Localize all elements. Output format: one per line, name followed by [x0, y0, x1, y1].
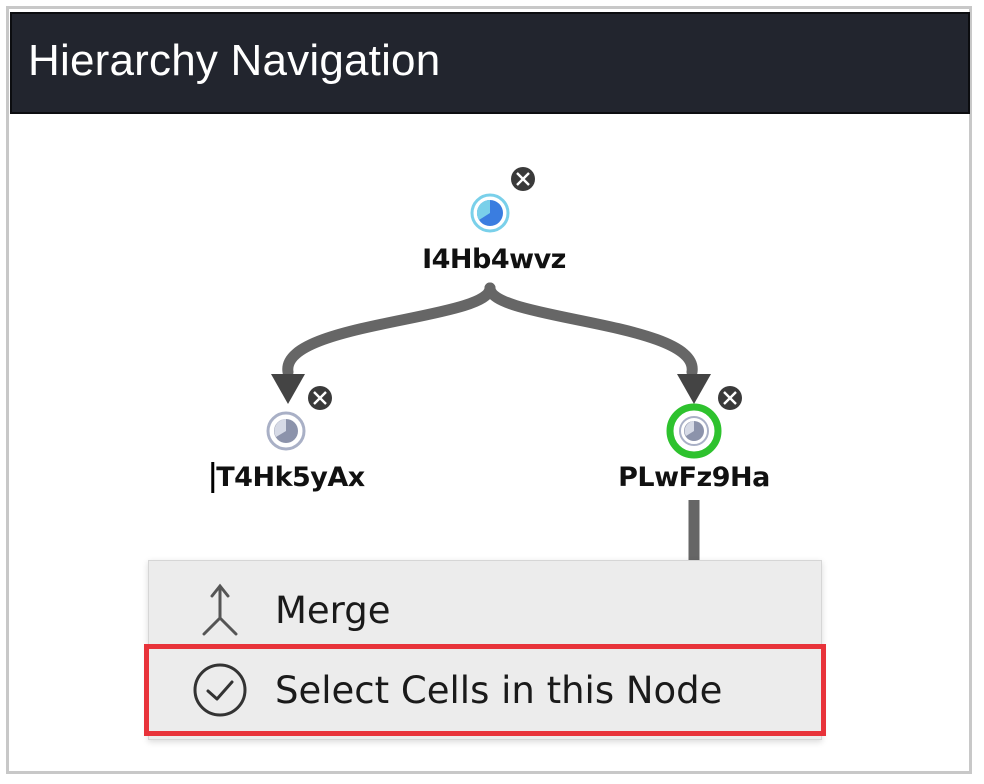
menu-item-merge[interactable]: Merge	[149, 569, 821, 651]
menu-item-merge-label: Merge	[275, 588, 391, 632]
remove-node-left-button[interactable]	[308, 386, 332, 410]
arrowhead-right	[677, 374, 711, 404]
edge-root-to-right	[484, 282, 698, 378]
node-root[interactable]	[470, 193, 510, 233]
node-right[interactable]	[666, 403, 722, 459]
node-root-label[interactable]: I4Hb4wvz	[422, 244, 566, 275]
node-left-label[interactable]: T4Hk5yAx	[211, 462, 365, 493]
node-left[interactable]	[266, 411, 306, 451]
context-menu: Merge Select Cells in this Node	[144, 560, 826, 740]
menu-item-select-cells-label: Select Cells in this Node	[275, 668, 723, 712]
remove-node-right-button[interactable]	[718, 386, 742, 410]
arrowhead-left	[271, 374, 305, 404]
node-right-label[interactable]: PLwFz9Ha	[618, 462, 770, 493]
merge-icon	[185, 580, 255, 640]
menu-item-select-cells[interactable]: Select Cells in this Node	[144, 644, 826, 736]
remove-node-root-button[interactable]	[511, 167, 535, 191]
check-circle-icon	[185, 660, 255, 720]
edge-root-to-left	[282, 282, 496, 378]
